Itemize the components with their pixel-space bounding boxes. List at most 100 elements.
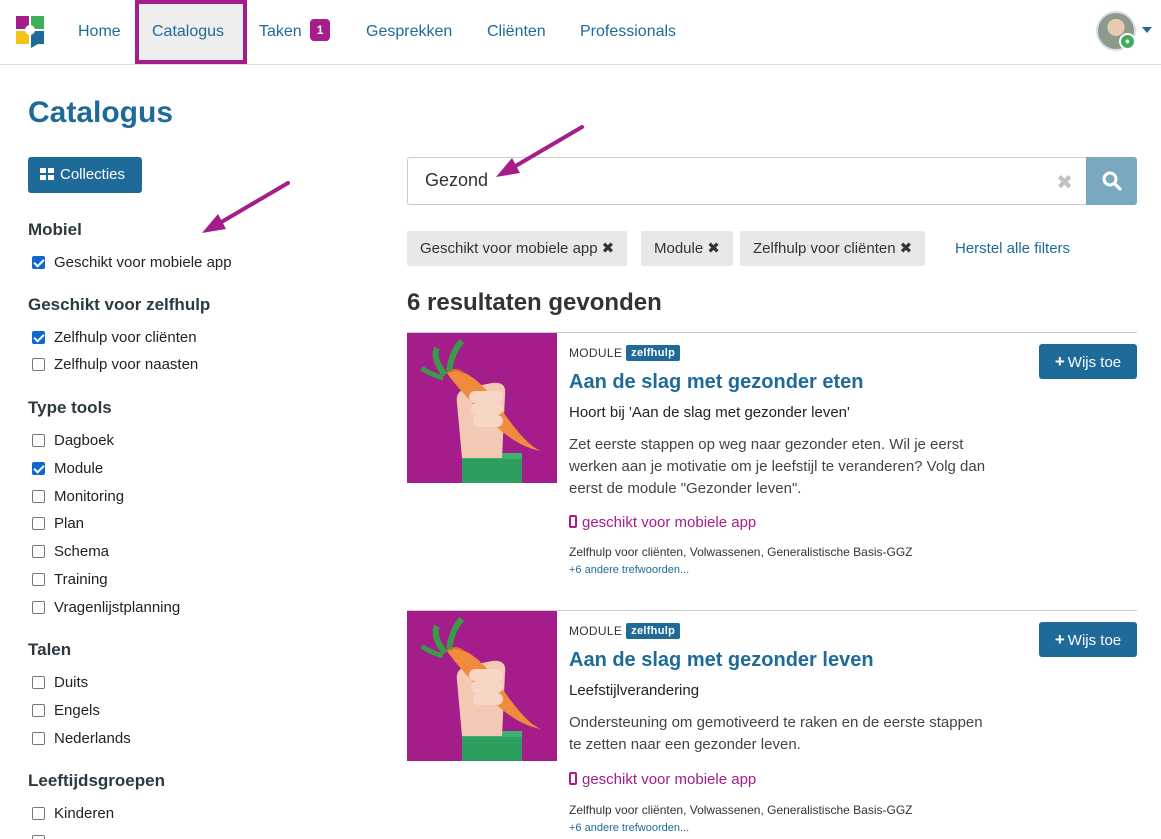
card-subtitle: Hoort bij 'Aan de slag met gezonder leve… [569,404,850,421]
filter-option[interactable]: Plan [32,514,84,534]
filter-option[interactable]: Monitoring [32,487,124,507]
carrot-image[interactable] [407,611,557,761]
mobile-app-indicator: geschikt voor mobiele app [569,771,756,788]
filter-option[interactable]: Training [32,570,108,590]
nav-home[interactable]: Home [78,0,121,64]
collections-button[interactable]: Collecties [28,157,142,193]
clear-search-icon[interactable]: ✖ [1056,170,1073,195]
chip-label: Zelfhulp voor cliënten [753,240,896,257]
filter-option[interactable]: Zelfhulp voor cliënten [32,328,197,348]
card-title[interactable]: Aan de slag met gezonder leven [569,649,874,672]
card-type: MODULE zelfhulp [569,623,681,639]
filter-option[interactable]: Module [32,459,103,479]
eye-icon: ● [1119,33,1136,50]
nav-clienten[interactable]: Cliënten [487,0,546,64]
filter-option-label: Nederlands [54,730,131,747]
plus-icon: + [1054,630,1065,649]
page-title: Catalogus [28,96,174,129]
nav-professionals[interactable]: Professionals [580,0,676,64]
checkbox[interactable] [32,601,45,614]
checkbox[interactable] [32,807,45,820]
filter-option[interactable]: Duits [32,673,88,693]
phone-icon [569,515,577,528]
card-title[interactable]: Aan de slag met gezonder eten [569,371,864,394]
assign-button[interactable]: + Wijs toe [1039,344,1137,379]
card-keywords: Zelfhulp voor cliënten, Volwassenen, Gen… [569,545,913,559]
active-filter-chip[interactable]: Module ✖ [641,231,733,266]
filter-heading-mobiel: Mobiel [28,220,82,239]
filter-option-label: Training [54,571,108,588]
filter-option-partial[interactable] [32,832,54,839]
checkbox[interactable] [32,835,45,839]
checkbox[interactable] [32,545,45,558]
filter-option[interactable]: Dagboek [32,431,114,451]
checkbox[interactable] [32,573,45,586]
search-icon [1102,171,1122,191]
more-keywords-link[interactable]: +6 andere trefwoorden... [569,822,689,834]
filter-option[interactable]: Vragenlijstplanning [32,598,180,618]
assign-button-label: Wijs toe [1067,354,1122,371]
filter-option-label: Vragenlijstplanning [54,599,181,616]
chevron-down-icon[interactable] [1142,27,1152,33]
annotation-arrow-mobile [211,181,290,229]
checkbox[interactable] [32,331,45,344]
filter-option-label: Kinderen [54,805,115,822]
nav-taken-label: Taken [259,23,302,40]
active-filter-chip[interactable]: Zelfhulp voor cliënten ✖ [740,231,926,266]
grid-icon [40,168,54,180]
search-button[interactable] [1086,157,1137,205]
search-input[interactable]: Gezond ✖ [407,157,1087,205]
filter-option[interactable]: Geschikt voor mobiele app [32,253,232,273]
plus-icon: + [1054,352,1065,371]
filter-option[interactable]: Zelfhulp voor naasten [32,355,198,375]
filter-option[interactable]: Schema [32,542,109,562]
nav-gesprekken[interactable]: Gesprekken [366,0,452,64]
mobile-app-label: geschikt voor mobiele app [582,514,757,531]
checkbox[interactable] [32,462,45,475]
logo-icon[interactable] [16,16,46,48]
checkbox[interactable] [32,256,45,269]
checkbox[interactable] [32,358,45,371]
carrot-image[interactable] [407,333,557,483]
card-keywords: Zelfhulp voor cliënten, Volwassenen, Gen… [569,803,913,817]
checkbox[interactable] [32,490,45,503]
checkbox[interactable] [32,676,45,689]
filter-option-label: Module [54,460,104,477]
mobile-app-label: geschikt voor mobiele app [582,771,757,788]
remove-filter-icon[interactable]: ✖ [900,240,913,257]
filter-option[interactable]: Nederlands [32,729,131,749]
filter-option[interactable]: Engels [32,701,100,721]
checkbox[interactable] [32,704,45,717]
filter-heading-talen: Talen [28,640,72,659]
filter-option[interactable]: Kinderen [32,804,114,824]
result-card: MODULE zelfhulp Aan de slag met gezonder … [407,610,1137,839]
tasks-count-badge: 1 [309,19,331,41]
checkbox[interactable] [32,732,45,745]
filter-option-label: Dagboek [54,432,115,449]
zelfhulp-tag: zelfhulp [626,345,681,361]
filter-heading-type-tools: Type tools [28,398,112,417]
result-card: MODULE zelfhulp Aan de slag met gezonder … [407,332,1137,582]
filter-heading-leeftijdsgroepen: Leeftijdsgroepen [28,771,165,790]
annotation-arrowhead-mobile [202,214,226,233]
card-type-label: MODULE [569,346,623,360]
filter-option-label: Geschikt voor mobiele app [54,254,232,271]
checkbox[interactable] [32,517,45,530]
assign-button[interactable]: + Wijs toe [1039,622,1137,657]
remove-filter-icon[interactable]: ✖ [707,240,720,257]
results-count: 6 resultaten gevonden [407,289,662,316]
search-input-value: Gezond [425,170,489,190]
active-filter-chip[interactable]: Geschikt voor mobiele app ✖ [407,231,628,266]
nav-taken[interactable]: Taken 1 [259,0,331,64]
catalogue-page: Home Catalogus Taken 1 Gesprekken Cliënte… [0,0,1161,839]
card-description: Zet eerste stappen op weg naar gezonder … [569,436,986,497]
remove-filter-icon[interactable]: ✖ [602,240,615,257]
nav-catalogus[interactable]: Catalogus [135,0,247,64]
filter-option-label: Zelfhulp voor cliënten [54,329,197,346]
checkbox[interactable] [32,434,45,447]
filter-option-label: Engels [54,702,100,719]
reset-filters-link[interactable]: Herstel alle filters [955,240,1070,257]
zelfhulp-tag: zelfhulp [626,623,681,639]
more-keywords-link[interactable]: +6 andere trefwoorden... [569,564,689,576]
top-navbar: Home Catalogus Taken 1 Gesprekken Cliënte… [0,0,1161,65]
